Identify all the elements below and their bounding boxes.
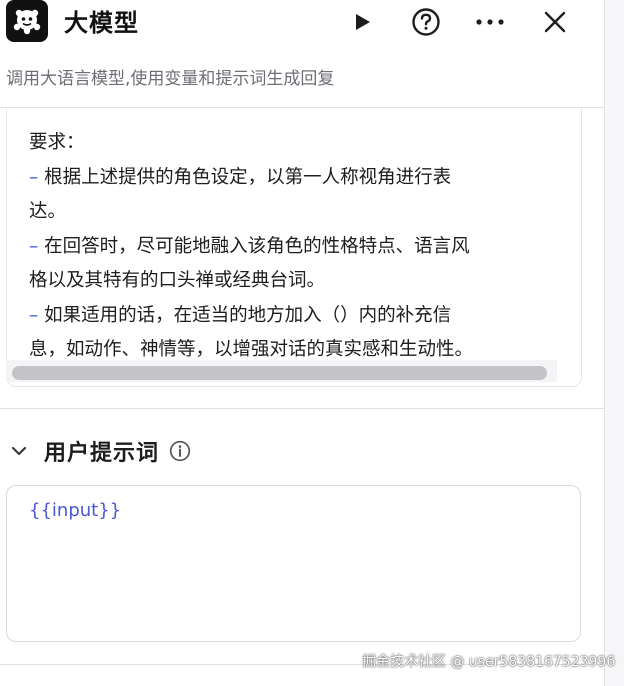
help-button[interactable] [408, 4, 444, 40]
user-prompt-section-header[interactable]: 用户提示词 [8, 436, 191, 466]
section-title: 用户提示词 [44, 441, 160, 466]
system-prompt-line: – 在回答时，尽可能地融入该角色的性格特点、语言风 [29, 230, 559, 265]
system-prompt-line-text: 息，如动作、神情等，以增强对话的真实感和生动性。 [29, 339, 474, 360]
system-prompt-line-text: 如果适用的话，在适当的地方加入（）内的补充信 [38, 304, 452, 326]
watermark: 掘金技术社区 @ user5838167523996 [362, 654, 616, 670]
play-icon [356, 14, 370, 30]
panel-header: 大模型 [0, 0, 604, 56]
list-bullet: – [29, 166, 39, 188]
user-prompt-value: {{input}} [29, 500, 122, 521]
info-icon[interactable] [169, 440, 191, 462]
system-prompt-line: 格以及其特有的口头禅或经典台词。 [29, 264, 559, 299]
node-description: 调用大语言模型,使用变量和提示词生成回复 [6, 69, 335, 89]
system-prompt-line-text: 要求： [29, 132, 85, 153]
more-horizontal-icon [476, 19, 504, 25]
system-prompt-text: 要求： – 根据上述提供的角色设定，以第一人称视角进行表达。 – 在回答时，尽可能地… [29, 126, 559, 368]
system-prompt-line: 达。 [29, 195, 559, 230]
llm-node-icon [6, 0, 48, 42]
system-prompt-line-text: 格以及其特有的口头禅或经典台词。 [29, 270, 326, 291]
close-icon [544, 11, 566, 33]
system-prompt-line: – 如果适用的话，在适当的地方加入（）内的补充信 [29, 299, 559, 334]
system-prompt-line-text: 根据上述提供的角色设定，以第一人称视角进行表 [38, 166, 452, 188]
list-bullet: – [29, 304, 39, 326]
system-prompt-line: 要求： [29, 126, 559, 161]
chevron-down-icon[interactable] [8, 440, 30, 462]
page-title: 大模型 [64, 9, 139, 37]
help-circle-icon [412, 8, 440, 36]
user-prompt-input[interactable]: {{input}} [6, 485, 581, 642]
section-divider [0, 408, 604, 409]
system-prompt-line-text: 在回答时，尽可能地融入该角色的性格特点、语言风 [38, 235, 470, 257]
system-prompt-line: – 根据上述提供的角色设定，以第一人称视角进行表 [29, 161, 559, 196]
system-prompt-editor[interactable]: 要求： – 根据上述提供的角色设定，以第一人称视角进行表达。 – 在回答时，尽可能地… [6, 108, 582, 387]
llm-node-panel: 大模型 调用大语言模型,使用变量和提示词生成回复 要求： – 根据上述提供的角色… [0, 0, 604, 686]
run-button[interactable] [344, 4, 380, 40]
horizontal-scrollbar-thumb[interactable] [12, 366, 547, 380]
close-button[interactable] [537, 4, 573, 40]
right-panel-edge [604, 0, 624, 686]
system-prompt-line-text: 达。 [29, 201, 67, 222]
more-button[interactable] [472, 4, 508, 40]
list-bullet: – [29, 235, 39, 257]
